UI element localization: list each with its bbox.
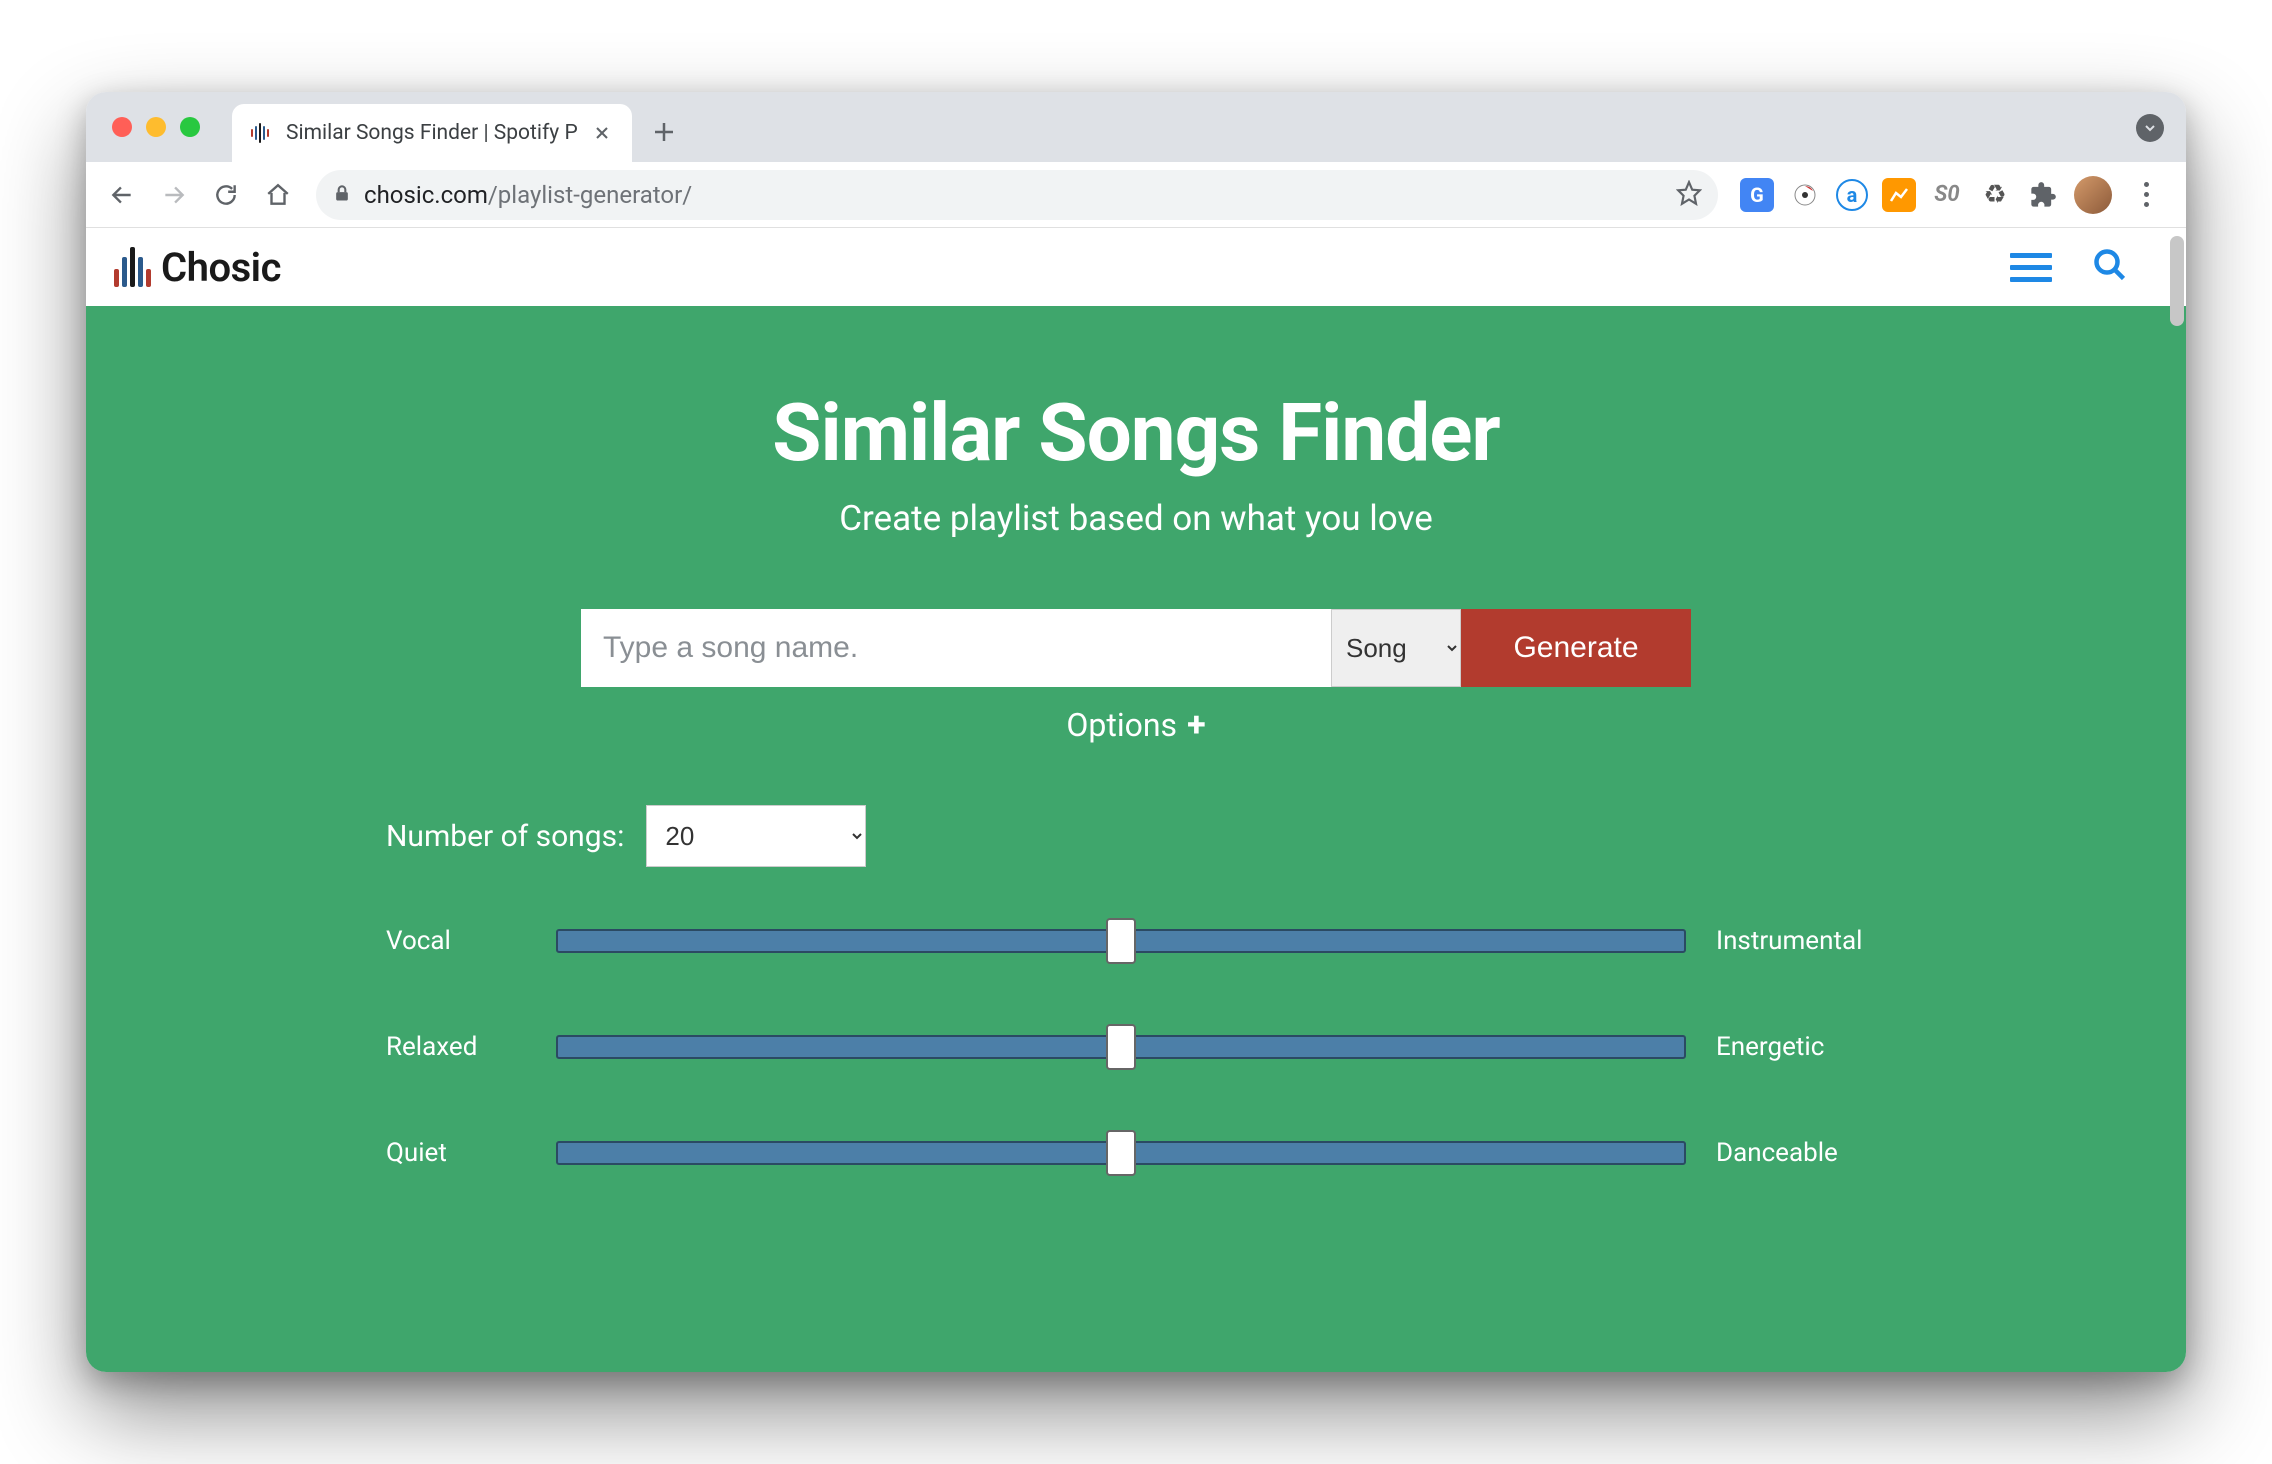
browser-window: Similar Songs Finder | Spotify P [86, 92, 2186, 1372]
extension-recycle-icon[interactable]: ♻ [1978, 178, 2012, 212]
search-row: Song Generate [86, 609, 2186, 687]
tabs-dropdown-button[interactable] [2136, 114, 2164, 142]
options-panel: Number of songs: 20 Vocal Instrumental [366, 805, 1906, 1171]
browser-toolbar: chosic.com/playlist-generator/ G a S0 ♻ [86, 162, 2186, 228]
slider-left-label: Relaxed [386, 1032, 556, 1062]
logo-text: Chosic [161, 244, 281, 291]
extensions-puzzle-icon[interactable] [2026, 178, 2060, 212]
extension-translate-icon[interactable]: G [1740, 178, 1774, 212]
slider-row-energy: Relaxed Energetic [386, 1029, 1886, 1065]
url-text: chosic.com/playlist-generator/ [364, 181, 1664, 209]
tab-favicon-icon [248, 120, 274, 146]
site-logo[interactable]: Chosic [114, 244, 281, 291]
browser-menu-button[interactable] [2126, 182, 2166, 207]
sliders-group: Vocal Instrumental Relaxed Ene [386, 923, 1886, 1171]
num-songs-select[interactable]: 20 [646, 805, 866, 867]
slider-row-vocal: Vocal Instrumental [386, 923, 1886, 959]
url-host: chosic.com [364, 181, 488, 209]
browser-tab-bar: Similar Songs Finder | Spotify P [86, 92, 2186, 162]
profile-avatar[interactable] [2074, 176, 2112, 214]
plus-icon: + [1187, 705, 1206, 745]
page-content: Chosic Similar Songs Finder Create playl… [86, 228, 2186, 1372]
search-icon[interactable] [2092, 247, 2128, 287]
slider-row-dance: Quiet Danceable [386, 1135, 1886, 1171]
num-songs-row: Number of songs: 20 [386, 805, 1886, 867]
site-header: Chosic [86, 228, 2186, 306]
options-toggle[interactable]: Options + [1066, 705, 1205, 745]
generate-button[interactable]: Generate [1461, 609, 1691, 687]
lock-icon [332, 183, 352, 207]
slider-right-label: Energetic [1686, 1032, 1886, 1062]
maximize-window-button[interactable] [180, 117, 200, 137]
window-controls [102, 92, 232, 162]
bookmark-star-icon[interactable] [1676, 180, 1702, 210]
menu-icon[interactable] [2010, 253, 2052, 282]
home-button[interactable] [256, 173, 300, 217]
slider-thumb[interactable] [1106, 918, 1136, 964]
slider-thumb[interactable] [1106, 1130, 1136, 1176]
vocal-instrumental-slider[interactable] [556, 923, 1686, 959]
slider-left-label: Vocal [386, 926, 556, 956]
search-type-select[interactable]: Song [1331, 609, 1461, 687]
close-tab-button[interactable] [590, 121, 614, 145]
extension-icon[interactable] [1882, 178, 1916, 212]
logo-mark-icon [114, 247, 151, 287]
tab-title: Similar Songs Finder | Spotify P [286, 121, 578, 145]
page-title: Similar Songs Finder [86, 386, 2186, 480]
back-button[interactable] [100, 173, 144, 217]
forward-button[interactable] [152, 173, 196, 217]
slider-right-label: Danceable [1686, 1138, 1886, 1168]
slider-thumb[interactable] [1106, 1024, 1136, 1070]
minimize-window-button[interactable] [146, 117, 166, 137]
song-name-input[interactable] [581, 609, 1331, 687]
close-window-button[interactable] [112, 117, 132, 137]
browser-tab[interactable]: Similar Songs Finder | Spotify P [232, 104, 632, 162]
slider-left-label: Quiet [386, 1138, 556, 1168]
options-label: Options [1066, 706, 1177, 744]
hero-section: Similar Songs Finder Create playlist bas… [86, 306, 2186, 1372]
page-subtitle: Create playlist based on what you love [86, 498, 2186, 539]
reload-button[interactable] [204, 173, 248, 217]
relaxed-energetic-slider[interactable] [556, 1029, 1686, 1065]
slider-right-label: Instrumental [1686, 926, 1886, 956]
scrollbar-thumb[interactable] [2170, 236, 2184, 326]
site-actions [2010, 247, 2158, 287]
url-path: /playlist-generator/ [488, 181, 692, 209]
extension-icon[interactable] [1788, 178, 1822, 212]
num-songs-label: Number of songs: [386, 819, 624, 854]
quiet-danceable-slider[interactable] [556, 1135, 1686, 1171]
new-tab-button[interactable] [644, 112, 684, 152]
extension-icon[interactable]: S0 [1930, 178, 1964, 212]
extension-icons: G a S0 ♻ [1734, 176, 2172, 214]
extension-icon[interactable]: a [1836, 179, 1868, 211]
address-bar[interactable]: chosic.com/playlist-generator/ [316, 170, 1718, 220]
